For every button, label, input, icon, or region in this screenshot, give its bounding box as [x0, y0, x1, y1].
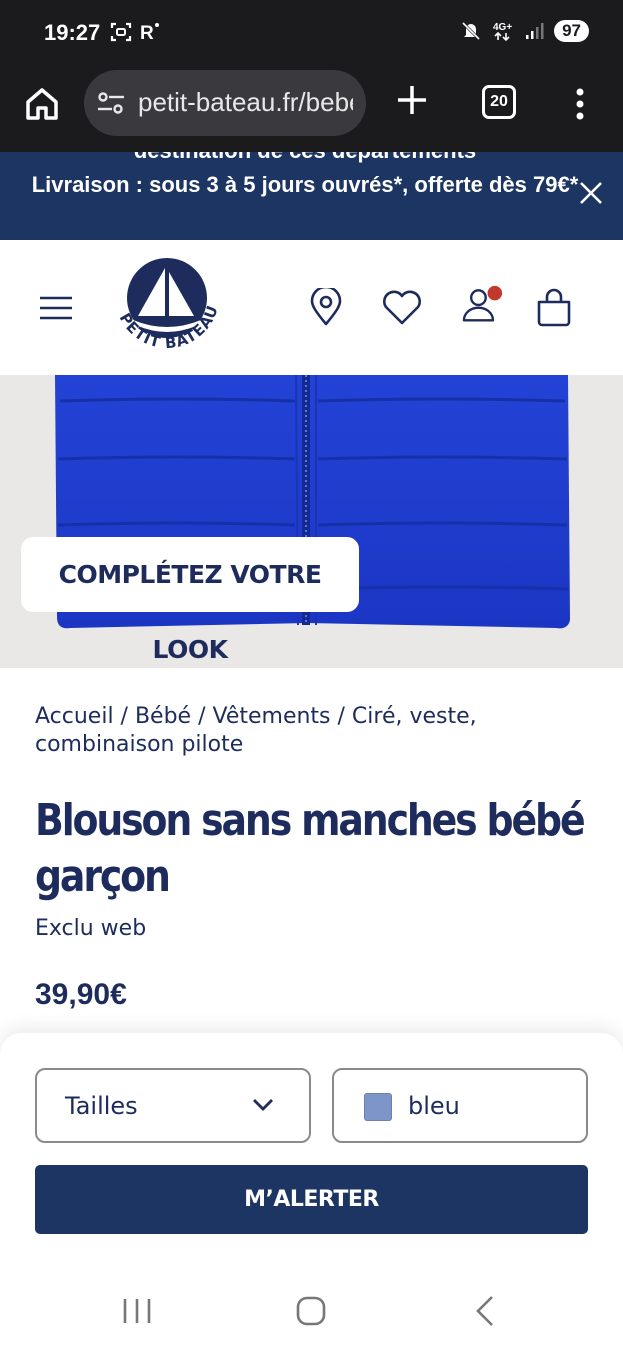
svg-text:4G+: 4G+	[493, 22, 512, 33]
promo-previous-text: destination de ces départements	[0, 152, 610, 164]
battery-icon: 97	[554, 20, 589, 42]
system-nav-bar	[0, 1273, 623, 1350]
color-select-label: bleu	[408, 1092, 460, 1120]
store-locator-icon[interactable]	[306, 288, 346, 328]
size-select-label: Tailles	[65, 1092, 138, 1120]
svg-text:R: R	[140, 23, 154, 43]
color-select[interactable]: bleu	[332, 1068, 588, 1143]
mute-icon	[462, 21, 481, 41]
menu-icon[interactable]	[40, 296, 72, 320]
browser-toolbar: petit-bateau.fr/bebe 20	[0, 70, 623, 152]
recent-apps-icon[interactable]	[117, 1293, 157, 1329]
address-bar[interactable]: petit-bateau.fr/bebe	[84, 70, 366, 136]
purchase-panel: Tailles bleu M’ALERTER	[0, 1033, 623, 1273]
vest-illustration	[55, 375, 570, 629]
home-nav-icon[interactable]	[291, 1293, 331, 1329]
tabs-icon[interactable]: 20	[482, 85, 516, 119]
size-select[interactable]: Tailles	[35, 1068, 311, 1143]
wishlist-icon[interactable]	[380, 288, 424, 328]
new-tab-icon[interactable]	[394, 82, 430, 118]
network-4g-icon: 4G+	[493, 22, 512, 42]
product-title: Blouson sans manches bébé garçon	[35, 795, 586, 902]
back-icon[interactable]	[466, 1293, 506, 1329]
promo-text: Livraison : sous 3 à 5 jours ouvrés*, of…	[31, 172, 579, 197]
bag-icon[interactable]	[535, 288, 573, 328]
signal-icon	[526, 23, 544, 39]
product-price: 39,90€	[35, 978, 127, 1011]
notification-dot	[487, 285, 503, 301]
screenshot-icon	[110, 22, 132, 42]
product-image[interactable]	[0, 375, 623, 668]
r-icon: R	[140, 23, 159, 43]
site-settings-icon[interactable]	[96, 89, 126, 117]
color-swatch	[364, 1093, 392, 1121]
url-text: petit-bateau.fr/bebe	[138, 87, 353, 117]
product-tag: Exclu web	[35, 916, 147, 941]
home-icon[interactable]	[22, 84, 62, 124]
complete-look-button[interactable]: COMPLÉTEZ VOTRE LOOK	[21, 537, 359, 664]
breadcrumb[interactable]: Accueil / Bébé / Vêtements / Ciré, veste…	[35, 703, 595, 759]
brand-logo[interactable]: PETIT BATEAU	[108, 254, 226, 364]
alert-me-button[interactable]: M’ALERTER	[35, 1165, 588, 1234]
more-menu-icon[interactable]	[570, 84, 590, 124]
promo-banner: destination de ces départements Livraiso…	[0, 152, 623, 240]
status-time: 19:27	[44, 20, 101, 45]
account-icon[interactable]	[458, 284, 508, 324]
close-icon[interactable]	[578, 180, 604, 206]
site-header: PETIT BATEAU	[0, 240, 623, 375]
status-bar: 19:27 R 4G+ 97	[0, 0, 623, 70]
chevron-down-icon	[253, 1099, 273, 1111]
